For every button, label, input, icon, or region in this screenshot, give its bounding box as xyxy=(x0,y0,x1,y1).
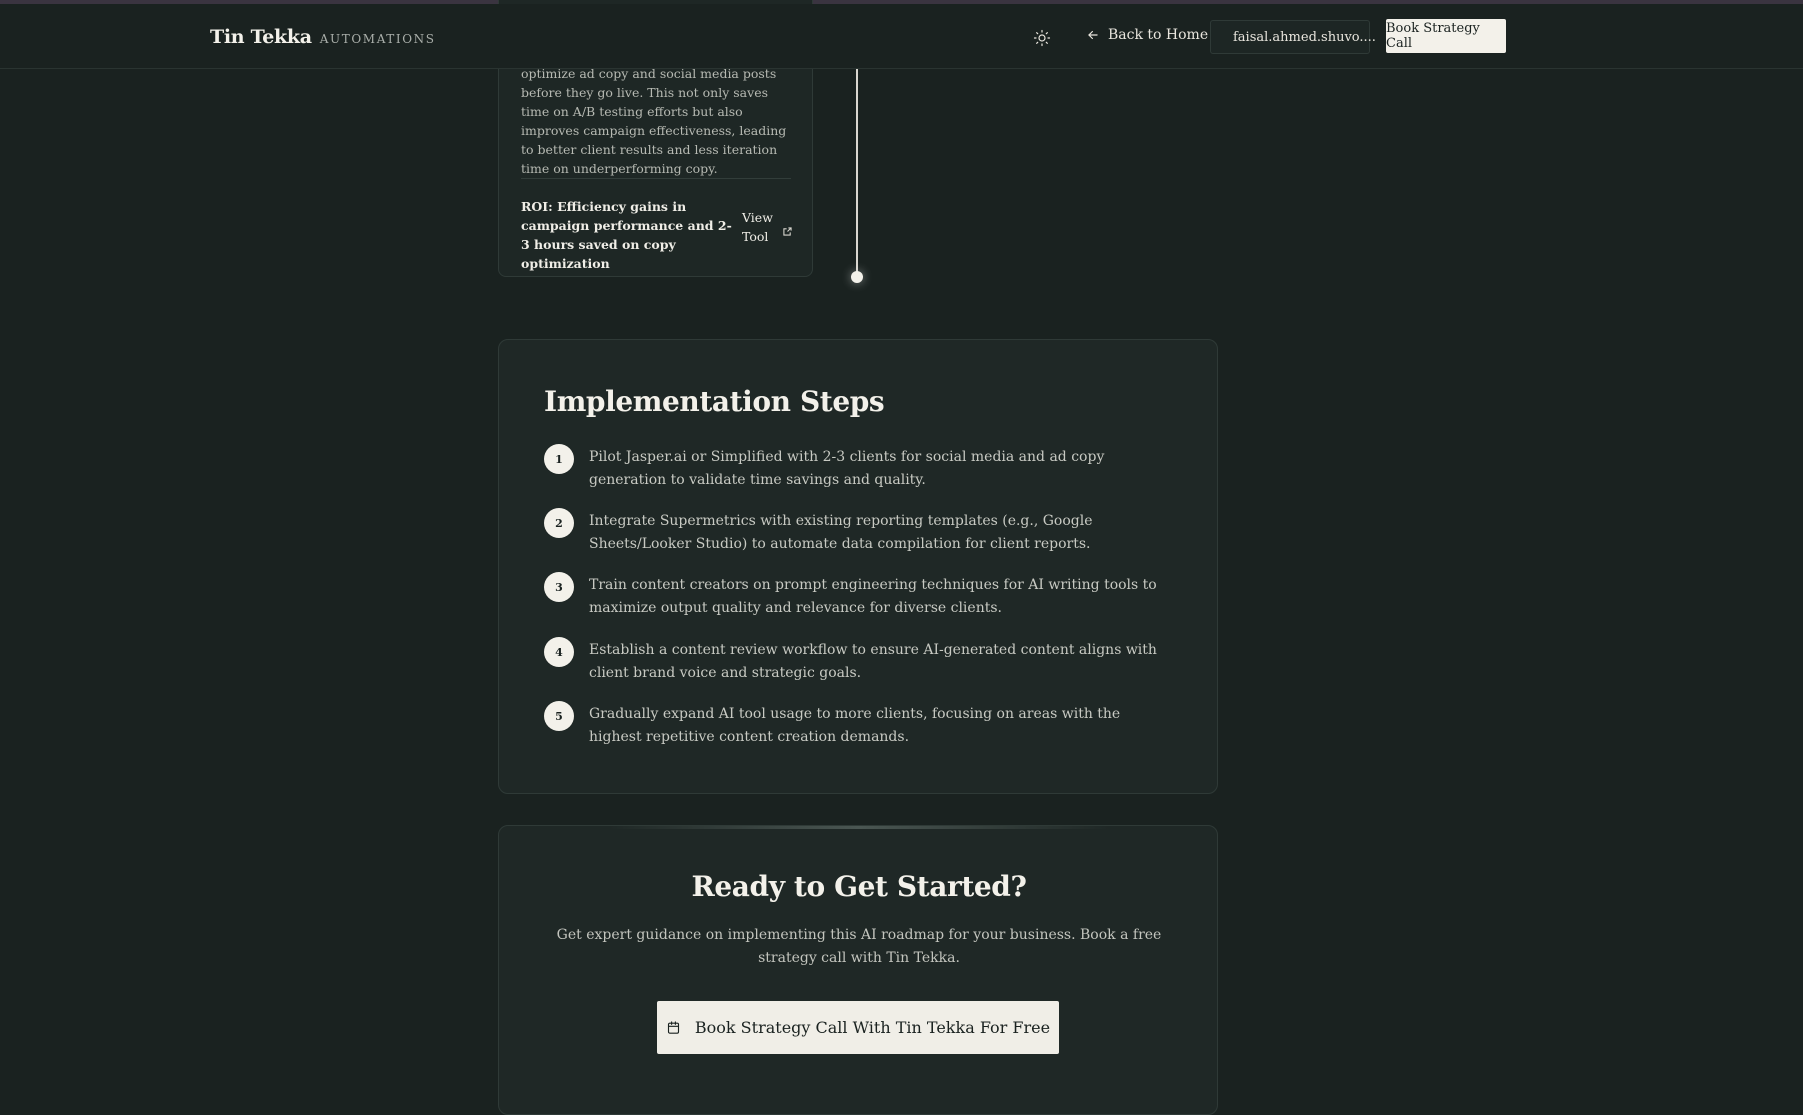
timeline-dot xyxy=(851,271,863,283)
step-text: Train content creators on prompt enginee… xyxy=(589,577,1157,616)
step-number: 3 xyxy=(544,572,574,602)
step-item: 2 Integrate Supermetrics with existing r… xyxy=(544,508,1174,556)
brand-logo[interactable]: Tin Tekka AUTOMATIONS xyxy=(210,26,436,48)
timeline-line xyxy=(856,68,858,275)
external-link-icon[interactable] xyxy=(783,221,792,240)
back-to-home-label: Back to Home xyxy=(1108,27,1209,43)
view-tool-link[interactable]: View Tool xyxy=(742,208,802,246)
tool-roi: ROI: Efficiency gains in campaign perfor… xyxy=(521,199,732,271)
cta-description: Get expert guidance on implementing this… xyxy=(556,927,1162,966)
step-item: 4 Establish a content review workflow to… xyxy=(544,637,1174,685)
calendar-icon xyxy=(667,1021,679,1034)
brand-subtitle: AUTOMATIONS xyxy=(319,32,436,46)
cta-title: Ready to Get Started? xyxy=(691,870,1027,903)
card-divider xyxy=(521,178,791,179)
book-free-call-label: Book Strategy Call With Tin Tekka For Fr… xyxy=(694,1018,1051,1037)
step-text: Establish a content review workflow to e… xyxy=(589,642,1157,681)
step-text: Integrate Supermetrics with existing rep… xyxy=(589,513,1093,552)
step-item: 5 Gradually expand AI tool usage to more… xyxy=(544,701,1174,749)
book-strategy-call-button[interactable]: Book Strategy Call xyxy=(1386,19,1506,53)
step-item: 3 Train content creators on prompt engin… xyxy=(544,572,1174,620)
card-glow xyxy=(609,826,1109,829)
step-number: 1 xyxy=(544,444,574,474)
book-free-call-button[interactable]: Book Strategy Call With Tin Tekka For Fr… xyxy=(657,1001,1059,1054)
top-nav: Tin Tekka AUTOMATIONS Back to Home faisa… xyxy=(0,4,1803,69)
get-started-card: Ready to Get Started? Get expert guidanc… xyxy=(498,825,1218,1115)
step-number: 2 xyxy=(544,508,574,538)
user-account-button[interactable]: faisal.ahmed.shuvo.... xyxy=(1210,20,1376,54)
step-number: 4 xyxy=(544,637,574,667)
sun-icon xyxy=(1033,29,1051,47)
step-number: 5 xyxy=(544,701,574,731)
steps-title: Implementation Steps xyxy=(544,385,885,418)
step-text: Gradually expand AI tool usage to more c… xyxy=(589,706,1121,745)
tool-description: optimize ad copy and social media posts … xyxy=(521,66,787,176)
arrow-left-icon xyxy=(1088,30,1098,40)
brand-name: Tin Tekka xyxy=(210,26,312,48)
back-to-home-link[interactable]: Back to Home xyxy=(1086,27,1208,43)
user-email: faisal.ahmed.shuvo.... xyxy=(1233,29,1376,45)
step-item: 1 Pilot Jasper.ai or Simplified with 2-3… xyxy=(544,444,1174,492)
step-text: Pilot Jasper.ai or Simplified with 2-3 c… xyxy=(589,449,1105,488)
theme-toggle-button[interactable] xyxy=(1030,26,1054,50)
implementation-steps-card: Implementation Steps 1 Pilot Jasper.ai o… xyxy=(498,339,1218,794)
